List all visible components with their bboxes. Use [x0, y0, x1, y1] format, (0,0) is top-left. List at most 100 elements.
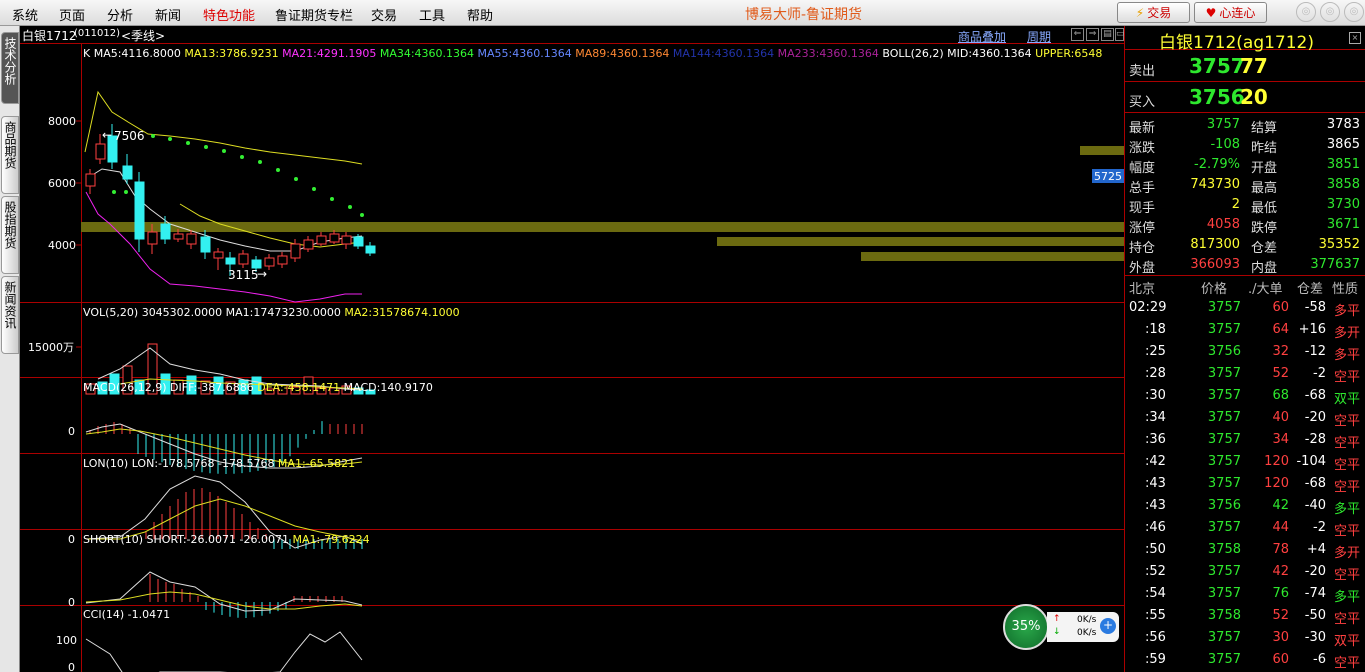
stat-label: 持仓: [1129, 241, 1156, 256]
tick-nature: 多开: [1333, 546, 1360, 561]
window-control-icon-3[interactable]: ◎: [1344, 2, 1364, 22]
cci-legend-item: CCI(14) -1.0471: [83, 608, 170, 621]
candle: [186, 233, 197, 245]
cci-line: [85, 631, 363, 672]
stat-label: 结算: [1251, 121, 1278, 136]
main-legend-item: MA233:4360.1364: [774, 47, 879, 60]
menu-features[interactable]: 特色功能: [203, 5, 255, 24]
candle: [264, 257, 275, 267]
tick-row[interactable]: :43 3757 120 -68 空平: [1125, 474, 1365, 496]
stat-label: 涨停: [1129, 221, 1156, 236]
cycle-button[interactable]: 周期: [1027, 28, 1051, 45]
menu-analysis[interactable]: 分析: [107, 5, 133, 24]
tick-time: :43: [1145, 498, 1166, 513]
menu-system[interactable]: 系统: [12, 5, 38, 24]
window-control-icon[interactable]: ◎: [1296, 2, 1316, 22]
tick-row[interactable]: :34 3757 40 -20 空平: [1125, 408, 1365, 430]
add-circle-icon[interactable]: +: [1100, 618, 1116, 634]
tick-row[interactable]: :50 3758 78 +4 多开: [1125, 540, 1365, 562]
download-arrow-icon: ↓: [1053, 627, 1061, 637]
layout-icon[interactable]: ▤: [1101, 28, 1114, 41]
tick-row[interactable]: :36 3757 34 -28 空平: [1125, 430, 1365, 452]
tick-header-nature: 性质: [1332, 282, 1359, 297]
commodity-overlay-button[interactable]: 商品叠加: [958, 28, 1006, 45]
side-tab-index-futures[interactable]: 股指期货: [1, 196, 19, 274]
buy-price[interactable]: 3756: [1189, 85, 1245, 109]
vol-legend-item: MA1:17473230.0000: [222, 306, 341, 319]
upload-arrow-icon: ↑: [1053, 614, 1061, 624]
side-tab-technical[interactable]: 技术分析: [1, 32, 19, 104]
stat-label: 昨结: [1251, 141, 1278, 156]
tick-nature: 空平: [1333, 612, 1360, 627]
tick-list[interactable]: 02:29 3757 60 -58 多平:18 3757 64 +16 多开:25 3756 32-…: [1125, 298, 1365, 672]
nav-right-icon[interactable]: ⇒: [1086, 28, 1099, 41]
menu-help[interactable]: 帮助: [467, 5, 493, 24]
candle: [200, 236, 211, 253]
lon-legend: LON(10) LON:-178.5768 -178.5768 MA1:-65.…: [83, 457, 355, 470]
trade-button-label: 交易: [1147, 6, 1172, 20]
trade-button[interactable]: ⚡ 交易: [1117, 2, 1190, 23]
macd-legend-item: DEA:-458.1471: [254, 381, 340, 394]
side-tab-commodity[interactable]: 商品期货: [1, 116, 19, 194]
cci-legend: CCI(14) -1.0471: [83, 608, 170, 621]
tick-row[interactable]: :42 3757 120 -104 空平: [1125, 452, 1365, 474]
maximize-icon[interactable]: ▭: [1115, 28, 1125, 41]
low-marker: 3115 →: [228, 267, 267, 282]
tick-row[interactable]: :54 3757 76 -74 多平: [1125, 584, 1365, 606]
tick-nature: 空平: [1333, 656, 1360, 671]
tick-nature: 空平: [1333, 458, 1360, 473]
stat-row: 持仓 817300 仓差 35352: [1125, 236, 1365, 256]
tick-row[interactable]: :28 3757 52 -2 空平: [1125, 364, 1365, 386]
tick-row[interactable]: :55 3758 52 -50 空平: [1125, 606, 1365, 628]
tick-oi-change: -104: [1296, 454, 1326, 469]
tick-time: :55: [1145, 608, 1166, 623]
stat-label: 最低: [1251, 201, 1278, 216]
tick-price: 3757: [1207, 322, 1241, 337]
chart-area[interactable]: 白银1712 (011012) <季线> 商品叠加 周期 ⇐ ⇒ ▤ ▭ 800…: [20, 26, 1125, 672]
network-speed-widget[interactable]: 35% ↑ 0K/s ↓ 0K/s +: [1003, 604, 1123, 650]
menu-tools[interactable]: 工具: [419, 5, 445, 24]
tick-nature: 空平: [1333, 414, 1360, 429]
candle: [365, 245, 376, 254]
tick-row[interactable]: :59 3757 60 -6 空平: [1125, 650, 1365, 672]
high-marker: ← 7506: [102, 128, 145, 143]
tick-row[interactable]: :52 3757 42 -20 空平: [1125, 562, 1365, 584]
tick-row[interactable]: :25 3756 32 -12 多平: [1125, 342, 1365, 364]
candle: [341, 235, 352, 245]
menu-news[interactable]: 新闻: [155, 5, 181, 24]
tick-row[interactable]: :30 3757 68 -68 双平: [1125, 386, 1365, 408]
macd-legend-item: MACD(26,12,9): [83, 381, 167, 394]
nav-left-icon[interactable]: ⇐: [1071, 28, 1084, 41]
tick-row[interactable]: :46 3757 44 -2 空平: [1125, 518, 1365, 540]
tick-row[interactable]: :43 3756 42 -40 多平: [1125, 496, 1365, 518]
tick-row[interactable]: 02:29 3757 60 -58 多平: [1125, 298, 1365, 320]
menu-page[interactable]: 页面: [59, 5, 85, 24]
sell-price[interactable]: 3757: [1189, 54, 1245, 78]
tick-price: 3757: [1207, 432, 1241, 447]
tick-time: :25: [1145, 344, 1166, 359]
kline-chart[interactable]: 8000 6000 4000 5725 ← 7506 3115 → K MA5:…: [20, 44, 1124, 672]
tick-time: :52: [1145, 564, 1166, 579]
tick-row[interactable]: :56 3757 30 -30 双平: [1125, 628, 1365, 650]
window-control-icon-2[interactable]: ◎: [1320, 2, 1340, 22]
menu-trade[interactable]: 交易: [371, 5, 397, 24]
stat-value: 3730: [1326, 197, 1360, 212]
tick-nature: 空平: [1333, 568, 1360, 583]
network-percent-badge[interactable]: 35%: [1003, 604, 1049, 650]
stat-value: 366093: [1190, 257, 1240, 272]
side-tab-news-label: 新闻资讯: [3, 281, 17, 329]
xinlianxin-button[interactable]: ♥ 心连心: [1194, 2, 1267, 23]
tick-oi-change: -6: [1313, 652, 1326, 667]
macd-legend: MACD(26,12,9) DIFF:-387.6886 DEA:-458.14…: [83, 381, 433, 394]
candle: [160, 223, 171, 240]
side-tab-news[interactable]: 新闻资讯: [1, 276, 19, 354]
upload-speed: 0K/s: [1077, 615, 1097, 625]
tick-price: 3757: [1207, 410, 1241, 425]
quote-close-icon[interactable]: ×: [1349, 32, 1361, 44]
menu-luzheng-column[interactable]: 鲁证期货专栏: [275, 5, 353, 24]
tick-oi-change: -30: [1304, 630, 1326, 645]
stat-label: 幅度: [1129, 161, 1156, 176]
tick-row[interactable]: :18 3757 64 +16 多开: [1125, 320, 1365, 342]
y-tick-8000: 8000: [48, 115, 76, 128]
stat-value: 3783: [1326, 117, 1360, 132]
